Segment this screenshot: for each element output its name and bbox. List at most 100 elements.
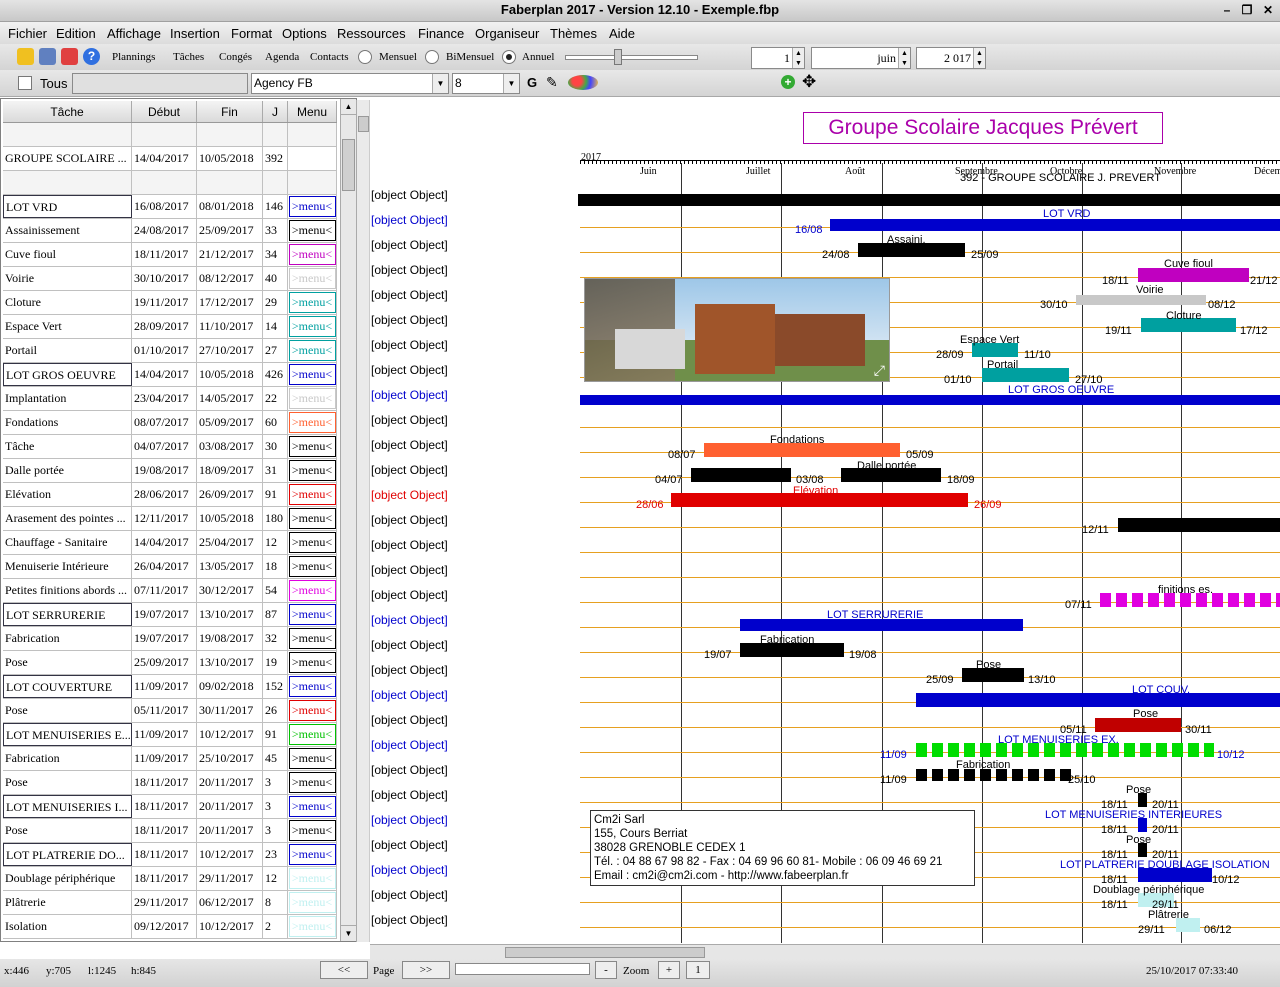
start-cell[interactable]: 18/11/2017 <box>132 771 197 794</box>
row-menu-button[interactable]: >menu< <box>288 460 336 481</box>
task-cell[interactable]: LOT PLATRERIE DO... <box>3 843 132 866</box>
gantt-row-label[interactable]: [object Object] <box>371 913 448 927</box>
lot-bar[interactable] <box>580 395 1280 405</box>
start-cell[interactable]: 07/11/2017 <box>132 579 197 602</box>
task-cell[interactable]: Cuve fioul <box>3 243 132 266</box>
row-menu-button[interactable]: >menu< <box>288 316 336 337</box>
start-cell[interactable]: 16/08/2017 <box>132 195 197 218</box>
days-cell[interactable]: 152 <box>263 675 288 698</box>
days-cell[interactable]: 60 <box>263 411 288 434</box>
start-cell[interactable]: 18/11/2017 <box>132 795 197 818</box>
end-cell[interactable]: 17/12/2017 <box>197 291 263 314</box>
header-end[interactable]: Fin <box>197 101 263 122</box>
table-row[interactable] <box>3 171 337 195</box>
row-menu-button[interactable]: >menu< <box>288 772 336 793</box>
row-menu-button[interactable]: >menu< <box>288 220 336 241</box>
row-menu-button[interactable]: >menu< <box>288 508 336 529</box>
days-cell[interactable]: 29 <box>263 291 288 314</box>
menu-affichage[interactable]: Affichage <box>107 26 161 41</box>
task-cell[interactable]: Doublage périphérique <box>3 867 132 890</box>
days-cell[interactable]: 180 <box>263 507 288 530</box>
days-cell[interactable]: 18 <box>263 555 288 578</box>
end-cell[interactable]: 05/09/2017 <box>197 411 263 434</box>
row-menu-button[interactable]: >menu< <box>288 364 336 385</box>
chevron-down-icon[interactable]: ▼ <box>503 74 519 93</box>
start-cell[interactable]: 11/09/2017 <box>132 747 197 770</box>
start-cell[interactable]: 30/10/2017 <box>132 267 197 290</box>
table-row[interactable]: Cuve fioul 18/11/2017 21/12/2017 34 >menu< <box>3 243 337 267</box>
gantt-row-label[interactable]: [object Object] <box>371 738 448 752</box>
row-menu-button[interactable]: >menu< <box>288 388 336 409</box>
table-row[interactable]: Elévation 28/06/2017 26/09/2017 91 >menu< <box>3 483 337 507</box>
menu-options[interactable]: Options <box>282 26 327 41</box>
font-select[interactable]: Agency FB ▼ <box>251 73 449 94</box>
end-cell[interactable]: 25/04/2017 <box>197 531 263 554</box>
task-cell[interactable]: Fabrication <box>3 627 132 650</box>
spin-arrows-icon[interactable]: ▲ ▼ <box>973 48 985 68</box>
task-cell[interactable]: Chauffage - Sanitaire <box>3 531 132 554</box>
days-cell[interactable]: 8 <box>263 891 288 914</box>
row-menu-button[interactable]: >menu< <box>288 844 336 865</box>
page-slider[interactable] <box>455 963 590 975</box>
task-cell[interactable]: Petites finitions abords ... <box>3 579 132 602</box>
end-cell[interactable] <box>197 171 263 194</box>
start-cell[interactable]: 19/07/2017 <box>132 627 197 650</box>
end-cell[interactable]: 20/11/2017 <box>197 795 263 818</box>
task-cell[interactable]: LOT GROS OEUVRE <box>3 363 132 386</box>
table-row[interactable]: Cloture 19/11/2017 17/12/2017 29 >menu< <box>3 291 337 315</box>
row-menu-button[interactable]: >menu< <box>288 412 336 433</box>
end-cell[interactable]: 25/10/2017 <box>197 747 263 770</box>
spin-arrows-icon[interactable]: ▲ ▼ <box>792 48 804 68</box>
task-cell[interactable]: Arasement des pointes ... <box>3 507 132 530</box>
gantt-row-label[interactable]: [object Object] <box>371 588 448 602</box>
row-menu-button[interactable]: >menu< <box>288 484 336 505</box>
days-cell[interactable]: 3 <box>263 795 288 818</box>
start-cell[interactable]: 18/11/2017 <box>132 843 197 866</box>
table-row[interactable]: LOT VRD 16/08/2017 08/01/2018 146 >menu< <box>3 195 337 219</box>
days-cell[interactable]: 87 <box>263 603 288 626</box>
days-cell[interactable]: 91 <box>263 483 288 506</box>
table-row[interactable]: Implantation 23/04/2017 14/05/2017 22 >menu< <box>3 387 337 411</box>
days-cell[interactable]: 2 <box>263 915 288 938</box>
gantt-row-label[interactable]: [object Object] <box>371 463 448 477</box>
table-row[interactable]: Petites finitions abords ... 07/11/2017 30… <box>3 579 337 603</box>
table-row[interactable]: Fabrication 11/09/2017 25/10/2017 45 >menu< <box>3 747 337 771</box>
row-menu-button[interactable]: >menu< <box>288 820 336 841</box>
task-cell[interactable]: Isolation <box>3 915 132 938</box>
start-cell[interactable]: 18/11/2017 <box>132 867 197 890</box>
end-cell[interactable] <box>197 123 263 146</box>
start-cell[interactable]: 25/09/2017 <box>132 651 197 674</box>
task-cell[interactable]: LOT VRD <box>3 195 132 218</box>
days-cell[interactable] <box>263 123 288 146</box>
task-cell[interactable]: Portail <box>3 339 132 362</box>
agenda-button[interactable]: Agenda <box>265 51 299 63</box>
task-bar[interactable] <box>691 468 791 482</box>
row-menu-button[interactable]: >menu< <box>288 724 336 745</box>
start-cell[interactable]: 08/07/2017 <box>132 411 197 434</box>
gantt-row-label[interactable]: [object Object] <box>371 788 448 802</box>
menu-ressources[interactable]: Ressources <box>337 26 406 41</box>
gantt-row-label[interactable]: [object Object] <box>371 563 448 577</box>
table-row[interactable]: LOT PLATRERIE DO... 18/11/2017 10/12/2017 2… <box>3 843 337 867</box>
row-menu-button[interactable]: >menu< <box>288 580 336 601</box>
end-cell[interactable]: 10/12/2017 <box>197 915 263 938</box>
end-cell[interactable]: 20/11/2017 <box>197 771 263 794</box>
days-cell[interactable]: 31 <box>263 459 288 482</box>
task-cell[interactable]: Fabrication <box>3 747 132 770</box>
days-cell[interactable]: 33 <box>263 219 288 242</box>
start-cell[interactable]: 09/12/2017 <box>132 915 197 938</box>
row-menu-button[interactable]: >menu< <box>288 628 336 649</box>
gantt-row-label[interactable]: [object Object] <box>371 538 448 552</box>
task-bar[interactable] <box>1118 518 1280 532</box>
menu-format[interactable]: Format <box>231 26 272 41</box>
project-photo[interactable]: ⤢ <box>584 278 890 382</box>
row-menu-button[interactable]: >menu< <box>288 340 336 361</box>
row-menu-button[interactable]: >menu< <box>288 604 336 625</box>
table-row[interactable]: Isolation 09/12/2017 10/12/2017 2 >menu< <box>3 915 337 939</box>
gantt-row-label[interactable]: [object Object] <box>371 813 448 827</box>
scroll-thumb[interactable] <box>358 116 369 132</box>
end-cell[interactable]: 29/11/2017 <box>197 867 263 890</box>
spin-arrows-icon[interactable]: ▲ ▼ <box>898 48 910 68</box>
header-start[interactable]: Début <box>132 101 197 122</box>
table-row[interactable]: Tâche 04/07/2017 03/08/2017 30 >menu< <box>3 435 337 459</box>
